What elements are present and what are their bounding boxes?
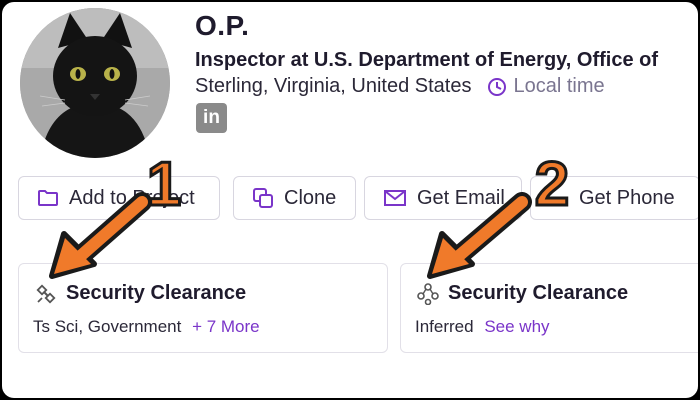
- get-phone-button[interactable]: Get Phone: [530, 176, 698, 220]
- security-clearance-card-1: Security Clearance Ts Sci, Government + …: [18, 263, 388, 353]
- clone-button[interactable]: Clone: [233, 176, 356, 220]
- add-to-project-button[interactable]: Add to Project: [18, 176, 220, 220]
- get-email-label: Get Email: [417, 186, 505, 209]
- folder-icon: [38, 190, 58, 206]
- more-link[interactable]: + 7 More: [192, 317, 260, 336]
- profile-location: Sterling, Virginia, United States: [195, 75, 472, 97]
- screenshot-frame: O.P. Inspector at U.S. Department of Ene…: [2, 2, 698, 398]
- card-detail: Ts Sci, Government: [33, 317, 182, 336]
- linkedin-icon[interactable]: in: [196, 103, 227, 133]
- satellite-icon: [36, 283, 56, 304]
- card-detail: Inferred: [415, 317, 474, 336]
- card-title: Security Clearance: [66, 282, 247, 304]
- network-icon: [417, 282, 439, 305]
- card-title: Security Clearance: [448, 282, 629, 304]
- profile-name: O.P.: [195, 10, 250, 41]
- clone-icon: [253, 188, 273, 208]
- card-header: Security Clearance: [35, 282, 246, 305]
- profile-title: Inspector at U.S. Department of Energy, …: [195, 49, 659, 71]
- add-to-project-label: Add to Project: [69, 186, 195, 209]
- card-header: Security Clearance: [417, 282, 628, 305]
- get-email-button[interactable]: Get Email: [364, 176, 522, 220]
- local-time[interactable]: Local time: [487, 75, 605, 98]
- avatar: [20, 8, 170, 158]
- mail-icon: [384, 190, 406, 206]
- get-phone-label: Get Phone: [579, 186, 675, 209]
- clock-icon: [488, 77, 507, 96]
- cat-photo-icon: [20, 8, 170, 158]
- security-clearance-card-2: Security Clearance Inferred See why: [400, 263, 698, 353]
- location-row: Sterling, Virginia, United States Local …: [195, 75, 605, 98]
- card-detail-row: Ts Sci, Government + 7 More: [33, 317, 260, 337]
- card-detail-row: Inferred See why: [415, 317, 550, 337]
- see-why-link[interactable]: See why: [484, 317, 549, 336]
- local-time-label: Local time: [513, 75, 605, 97]
- clone-label: Clone: [284, 186, 337, 209]
